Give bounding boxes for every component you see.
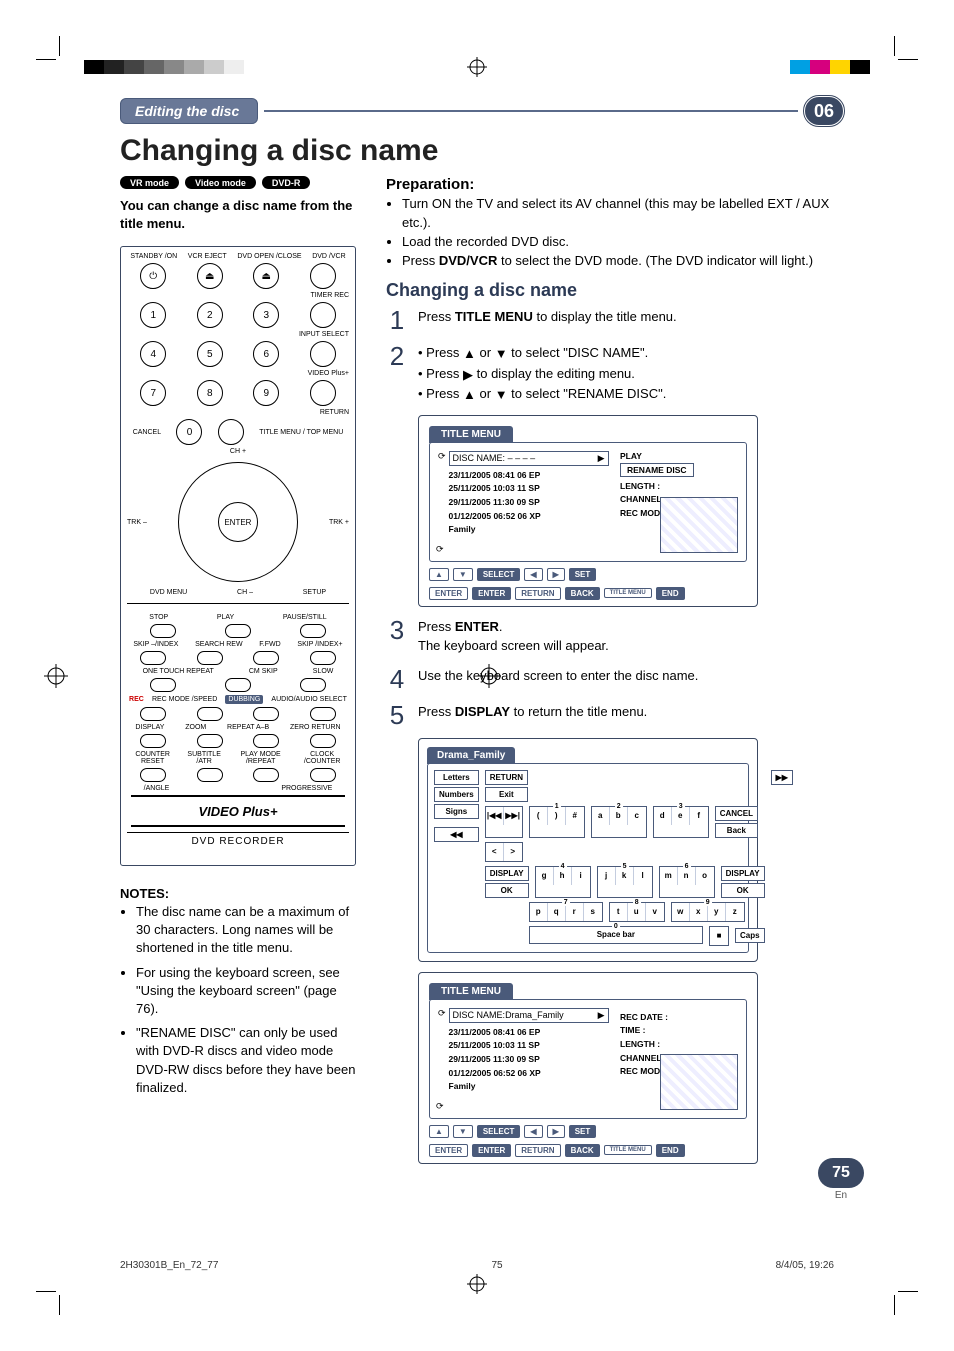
cycle-icon: ⟳ <box>438 1008 446 1019</box>
cmyk-swatches <box>790 60 870 74</box>
eject-icon: ⏏ <box>197 263 223 289</box>
registration-mark-left <box>44 664 68 688</box>
cycle-icon: ⟳ <box>436 544 444 555</box>
header-rule <box>264 110 798 112</box>
right-triangle-icon: ▶ <box>598 453 605 464</box>
stop-icon: ■ <box>710 927 728 945</box>
cycle-icon: ⟳ <box>438 451 446 462</box>
intro-text: You can change a disc name from the titl… <box>120 197 356 232</box>
right-triangle-icon: ▶ <box>598 1010 605 1021</box>
up-down-icon: ▲ <box>429 1125 449 1138</box>
left-right-icon: ◀ <box>524 1125 542 1138</box>
cycle-icon: ⟳ <box>436 1101 444 1112</box>
chapter-number: 06 <box>804 96 844 126</box>
rewind-icon: ◀◀ <box>434 827 479 842</box>
brand-logo: VIDEO Plus+ <box>198 804 277 819</box>
page-number-badge: 75 En <box>818 1158 864 1201</box>
note-item: The disc name can be a maximum of 30 cha… <box>136 903 356 958</box>
pill-vr-mode: VR mode <box>120 176 179 189</box>
down-triangle-icon: ▼ <box>495 344 508 364</box>
up-down-icon: ▼ <box>453 568 473 581</box>
page-title: Changing a disc name <box>120 134 844 168</box>
preparation-list: Turn ON the TV and select its AV channel… <box>386 195 844 270</box>
skip-prev-icon: |◀◀ <box>486 807 504 825</box>
procedure-heading: Changing a disc name <box>386 280 844 301</box>
section-tab: Editing the disc <box>120 98 258 124</box>
left-right-icon: ◀ <box>524 568 542 581</box>
osd-title-menu-before: TITLE MENU ⟳ DISC NAME: – – – –▶ 23/11/2… <box>418 415 758 607</box>
pill-video-mode: Video mode <box>185 176 256 189</box>
ffwd-icon: ▶▶ <box>771 770 793 785</box>
up-down-icon: ▲ <box>429 568 449 581</box>
thumbnail-placeholder <box>660 497 738 553</box>
left-right-icon: ▶ <box>547 1125 565 1138</box>
note-item: For using the keyboard screen, see "Usin… <box>136 964 356 1019</box>
notes-heading: NOTES: <box>120 886 356 901</box>
remote-illustration: STANDBY /ONVCR EJECTDVD OPEN /CLOSEDVD /… <box>120 246 356 866</box>
down-triangle-icon: ▼ <box>495 385 508 405</box>
standby-icon: ⏻ <box>140 263 166 289</box>
up-down-icon: ▼ <box>453 1125 473 1138</box>
prep-item: Load the recorded DVD disc. <box>402 233 844 252</box>
pill-dvd-r: DVD-R <box>262 176 311 189</box>
steps-list-cont: 3Press ENTER.The keyboard screen will ap… <box>386 617 844 728</box>
print-footer: 2H30301B_En_72_77 75 8/4/05, 19:26 <box>120 1260 834 1271</box>
steps-list: 1Press TITLE MENU to display the title m… <box>386 307 844 405</box>
notes-list: The disc name can be a maximum of 30 cha… <box>120 903 356 1097</box>
dpad: ENTER <box>178 462 298 582</box>
preparation-heading: Preparation: <box>386 176 844 193</box>
osd-keyboard: Drama_Family Letters Numbers Signs ◀◀ RE… <box>418 738 758 962</box>
prep-item: Press DVD/VCR to select the DVD mode. (T… <box>402 252 844 271</box>
skip-next-icon: ▶▶| <box>504 807 522 825</box>
grayscale-swatches <box>84 60 244 74</box>
device-label: DVD RECORDER <box>127 832 349 847</box>
osd-title-menu-after: TITLE MENU ⟳ DISC NAME:Drama_Family▶ 23/… <box>418 972 758 1164</box>
eject-icon: ⏏ <box>253 263 279 289</box>
registration-mark-bottom <box>467 1274 487 1294</box>
up-triangle-icon: ▲ <box>463 344 476 364</box>
registration-mark-top <box>467 57 487 77</box>
up-triangle-icon: ▲ <box>463 385 476 405</box>
left-right-icon: ▶ <box>547 568 565 581</box>
right-triangle-icon: ▶ <box>463 365 473 385</box>
mode-pills: VR mode Video mode DVD-R <box>120 176 356 189</box>
prep-item: Turn ON the TV and select its AV channel… <box>402 195 844 233</box>
note-item: "RENAME DISC" can only be used with DVD-… <box>136 1024 356 1097</box>
thumbnail-placeholder <box>660 1054 738 1110</box>
